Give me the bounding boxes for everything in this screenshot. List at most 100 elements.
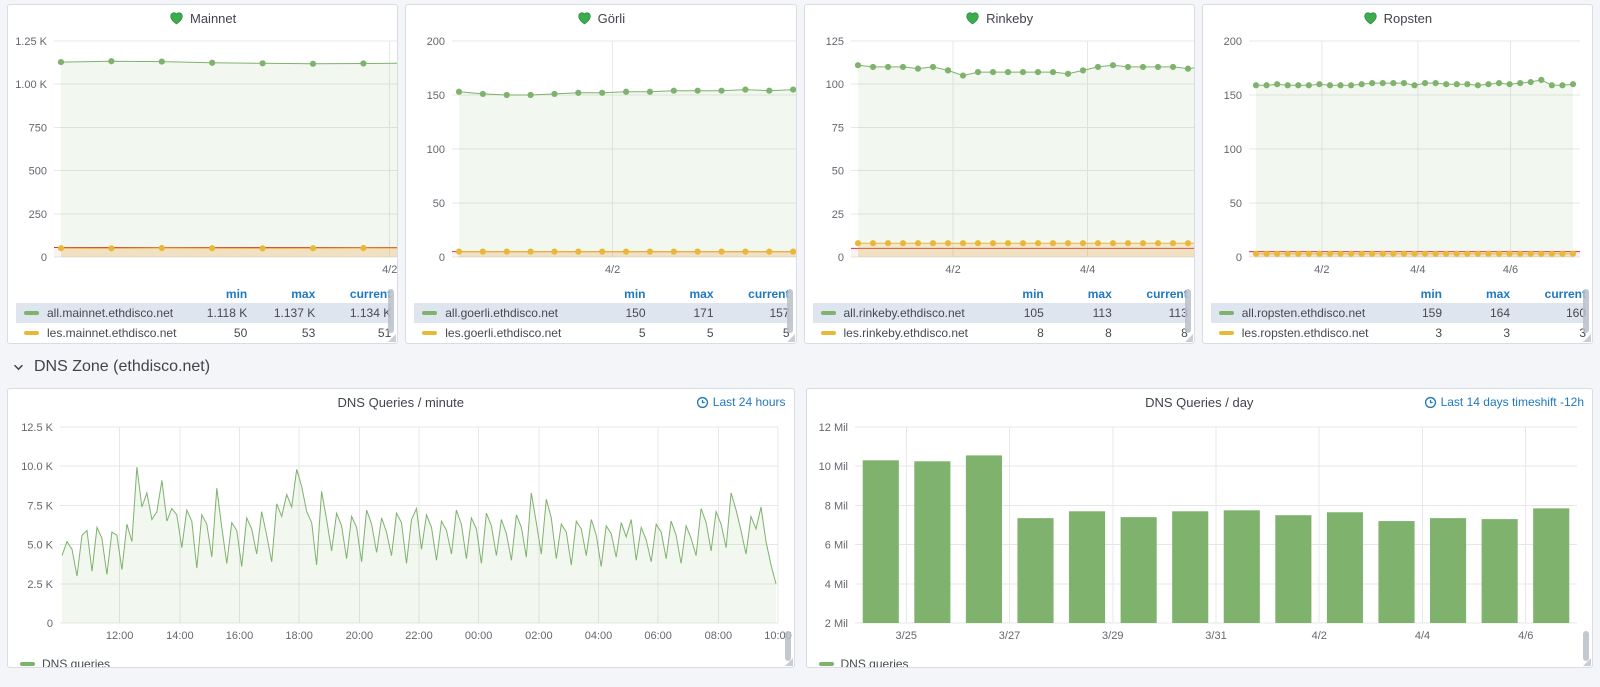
- legend-item-all.goerli.ethdisco.net[interactable]: all.goerli.ethdisco.net: [414, 306, 577, 320]
- legend-scrollbar[interactable]: [1583, 289, 1589, 333]
- data-point: [1432, 80, 1438, 86]
- data-point: [1358, 251, 1364, 257]
- data-point: [1358, 81, 1364, 87]
- panel-resize-handle[interactable]: [787, 334, 795, 342]
- x-axis-tick-label: 3/25: [895, 630, 916, 642]
- panel-resize-handle[interactable]: [785, 658, 793, 666]
- data-point: [914, 66, 920, 72]
- chart-canvas-dns-day[interactable]: 12 Mil10 Mil8 Mil6 Mil4 Mil2 Mil3/253/27…: [807, 415, 1593, 653]
- data-point: [1049, 240, 1055, 246]
- data-point: [504, 249, 510, 255]
- bar[interactable]: [1172, 511, 1208, 623]
- legend-scrollbar[interactable]: [1185, 289, 1191, 333]
- panel-title[interactable]: DNS Queries / minute: [338, 395, 464, 410]
- series-color-dash: [1219, 311, 1234, 315]
- data-point: [1079, 67, 1085, 73]
- legend-header-current[interactable]: current: [1112, 287, 1188, 301]
- data-point: [1559, 251, 1565, 257]
- legend-scrollbar[interactable]: [787, 289, 793, 333]
- legend-header-min[interactable]: min: [578, 287, 646, 301]
- panel-title[interactable]: Ropsten: [1363, 11, 1432, 26]
- data-point: [159, 58, 165, 64]
- panel-title[interactable]: DNS Queries / day: [1145, 395, 1253, 410]
- legend-item-les.goerli.ethdisco.net[interactable]: les.goerli.ethdisco.net: [414, 326, 577, 340]
- x-axis-tick-label: 3/31: [1205, 630, 1226, 642]
- data-point: [1305, 251, 1311, 257]
- legend-header-current[interactable]: current: [1510, 287, 1586, 301]
- bar[interactable]: [1378, 521, 1414, 623]
- legend-header-min[interactable]: min: [179, 287, 247, 301]
- data-point: [1337, 82, 1343, 88]
- panel-resize-handle[interactable]: [1583, 334, 1591, 342]
- legend-scrollbar[interactable]: [1583, 631, 1589, 661]
- data-point: [58, 245, 64, 251]
- legend-scrollbar[interactable]: [785, 631, 791, 661]
- data-point: [623, 89, 629, 95]
- y-axis-tick-label: 100: [427, 144, 445, 156]
- data-point: [1453, 81, 1459, 87]
- legend-item-les.mainnet.ethdisco.net[interactable]: les.mainnet.ethdisco.net: [16, 326, 179, 340]
- dashboard-row-toggle[interactable]: DNS Zone (ethdisco.net): [0, 354, 1600, 380]
- panel-resize-handle[interactable]: [1583, 658, 1591, 666]
- legend-header-max[interactable]: max: [646, 287, 714, 301]
- panel-resize-handle[interactable]: [388, 334, 396, 342]
- y-axis-tick-label: 7.5 K: [27, 500, 53, 512]
- legend-item-all.ropsten.ethdisco.net[interactable]: all.ropsten.ethdisco.net: [1211, 306, 1374, 320]
- panel-resize-handle[interactable]: [1185, 334, 1193, 342]
- data-point: [1316, 81, 1322, 87]
- bar[interactable]: [914, 461, 950, 623]
- chart-canvas-mainnet[interactable]: 1.25 K1.00 K75050025004/24/44/6: [8, 31, 397, 283]
- bar[interactable]: [1120, 517, 1156, 623]
- panel-title-text: Mainnet: [190, 11, 236, 26]
- legend-header-max[interactable]: max: [1044, 287, 1112, 301]
- legend-item-les.rinkeby.ethdisco.net[interactable]: les.rinkeby.ethdisco.net: [813, 326, 976, 340]
- bar[interactable]: [1481, 519, 1517, 623]
- legend-item-all.mainnet.ethdisco.net[interactable]: all.mainnet.ethdisco.net: [16, 306, 179, 320]
- bar[interactable]: [1223, 510, 1259, 623]
- legend-scrollbar[interactable]: [388, 289, 394, 333]
- y-axis-tick-label: 12 Mil: [818, 422, 847, 434]
- chart-canvas-goerli[interactable]: 2001501005004/24/44/6: [406, 31, 795, 283]
- time-range-button[interactable]: Last 14 days timeshift -12h: [1424, 395, 1584, 409]
- legend-stat-min: 105: [976, 306, 1044, 320]
- legend-item-les.ropsten.ethdisco.net[interactable]: les.ropsten.ethdisco.net: [1211, 326, 1374, 340]
- panel-title[interactable]: Rinkeby: [965, 11, 1033, 26]
- bar[interactable]: [965, 455, 1001, 623]
- bar[interactable]: [1017, 518, 1053, 623]
- data-point: [1538, 77, 1544, 83]
- x-axis-tick-label: 18:00: [285, 630, 313, 642]
- y-axis-tick-label: 0: [1236, 252, 1242, 264]
- chart-canvas-dns-minute[interactable]: 12.5 K10.0 K7.5 K5.0 K2.5 K012:0014:0016…: [8, 415, 794, 653]
- data-point: [1019, 240, 1025, 246]
- chart-canvas-ropsten[interactable]: 2001501005004/24/44/6: [1203, 31, 1592, 283]
- legend-header-max[interactable]: max: [247, 287, 315, 301]
- y-axis-tick-label: 5.0 K: [27, 540, 53, 552]
- bar[interactable]: [1275, 515, 1311, 623]
- legend-header-current[interactable]: current: [714, 287, 790, 301]
- x-axis-tick-label: 3/29: [1102, 630, 1123, 642]
- data-point: [504, 92, 510, 98]
- data-point: [1390, 80, 1396, 86]
- data-point: [1079, 240, 1085, 246]
- legend-header-current[interactable]: current: [315, 287, 391, 301]
- data-point: [1109, 240, 1115, 246]
- bar[interactable]: [1430, 518, 1466, 623]
- panel-title[interactable]: Görli: [577, 11, 625, 26]
- chart-canvas-rinkeby[interactable]: 12510075502504/24/44/6: [805, 31, 1194, 283]
- legend-header-min[interactable]: min: [976, 287, 1044, 301]
- legend-header-row: minmaxcurrent: [813, 285, 1188, 303]
- legend-header-max[interactable]: max: [1442, 287, 1510, 301]
- legend-item-dns-queries[interactable]: DNS queries: [819, 657, 1593, 668]
- data-point: [1369, 80, 1375, 86]
- bar[interactable]: [1533, 508, 1569, 623]
- bar[interactable]: [862, 460, 898, 623]
- legend-item-all.rinkeby.ethdisco.net[interactable]: all.rinkeby.ethdisco.net: [813, 306, 976, 320]
- y-axis-tick-label: 750: [29, 122, 47, 134]
- legend-item-dns-queries[interactable]: DNS queries: [20, 657, 794, 668]
- panel-title[interactable]: Mainnet: [169, 11, 236, 26]
- bar[interactable]: [1069, 511, 1105, 623]
- data-point: [1496, 251, 1502, 257]
- time-range-button[interactable]: Last 24 hours: [696, 395, 786, 409]
- legend-header-min[interactable]: min: [1374, 287, 1442, 301]
- bar[interactable]: [1326, 512, 1362, 623]
